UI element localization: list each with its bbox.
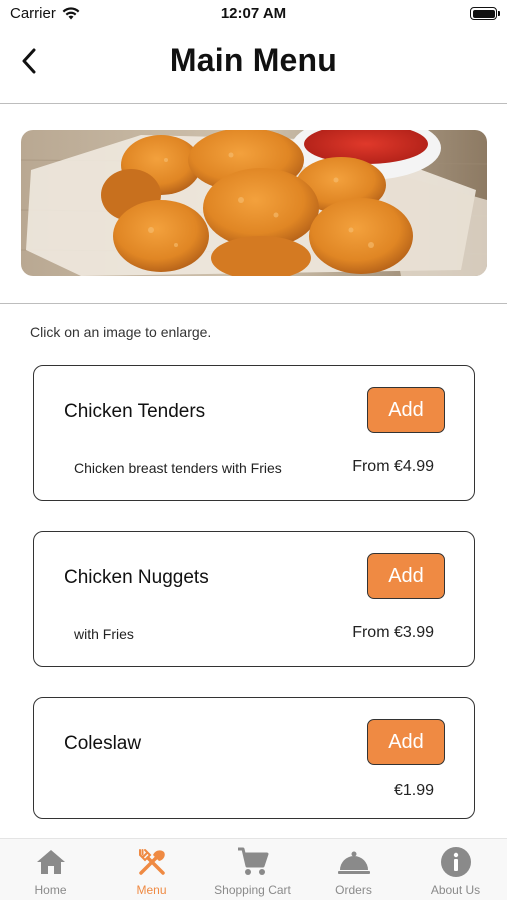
menu-item-price: €1.99 [393, 782, 434, 799]
battery-icon [470, 7, 500, 20]
add-button[interactable]: Add [367, 387, 445, 433]
tab-shopping-cart[interactable]: Shopping Cart [202, 839, 303, 900]
page-title: Main Menu [169, 42, 338, 78]
enlarge-hint: Click on an image to enlarge. [30, 324, 212, 340]
battery-fill [472, 9, 495, 18]
tab-bar: Home Menu Shopping Cart Orders About Us [0, 838, 507, 900]
tab-home[interactable]: Home [0, 839, 101, 900]
menu-item-description: Chicken breast tenders with Fries [74, 460, 282, 476]
menu-item-name: Chicken Nuggets [64, 567, 209, 588]
tab-label: Menu [136, 883, 167, 897]
section-divider [0, 303, 507, 304]
fork-knife-icon [138, 849, 165, 875]
tab-menu[interactable]: Menu [101, 839, 202, 900]
menu-item-description: with Fries [74, 626, 134, 642]
menu-item-card[interactable]: Chicken Tenders Add Chicken breast tende… [33, 365, 475, 501]
menu-item-card[interactable]: Chicken Nuggets Add with Fries From €3.9… [33, 531, 475, 667]
status-bar: Carrier 12:07 AM [0, 0, 507, 30]
add-button[interactable]: Add [367, 719, 445, 765]
cloche-icon [337, 851, 370, 874]
tab-label: About Us [430, 883, 481, 897]
nav-header: Main Menu [0, 30, 507, 104]
add-button[interactable]: Add [367, 553, 445, 599]
hero-food-image[interactable] [21, 130, 487, 276]
tab-orders[interactable]: Orders [303, 839, 404, 900]
nuggets-photo [21, 130, 487, 276]
menu-item-price: From €3.99 [352, 624, 434, 641]
tab-label: Shopping Cart [214, 883, 291, 897]
menu-item-price: From €4.99 [352, 458, 434, 475]
menu-item-name: Chicken Tenders [64, 401, 206, 422]
menu-item-card[interactable]: Coleslaw Add €1.99 [33, 697, 475, 819]
tab-about-us[interactable]: About Us [404, 839, 507, 900]
tab-label: Home [34, 883, 67, 897]
home-icon [36, 850, 65, 874]
cart-icon [237, 847, 268, 875]
tab-label: Orders [335, 883, 372, 897]
info-icon [440, 847, 471, 877]
status-time: 12:07 AM [220, 5, 287, 22]
menu-item-name: Coleslaw [64, 733, 142, 754]
